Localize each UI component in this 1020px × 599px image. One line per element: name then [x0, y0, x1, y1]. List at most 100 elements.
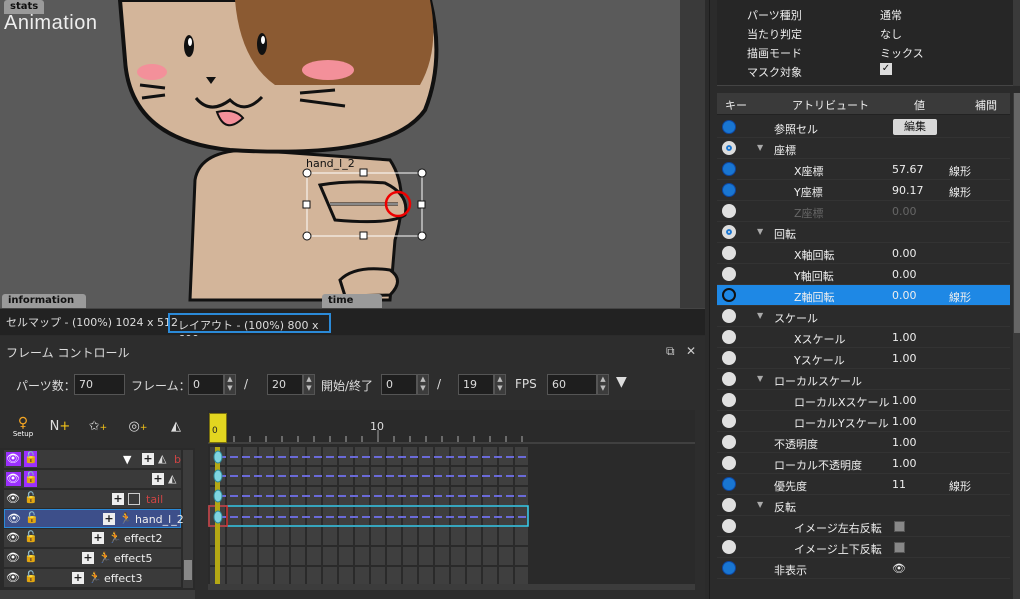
expand-icon[interactable]: + — [152, 473, 164, 485]
eye-icon[interactable]: 👁 — [7, 512, 22, 526]
expand-icon[interactable]: ▼ — [757, 374, 763, 383]
keyframe-toggle-icon[interactable] — [722, 561, 736, 575]
eye-icon[interactable]: 👁 — [6, 531, 21, 545]
time-tab[interactable]: time — [322, 294, 382, 308]
float-window-icon[interactable]: ⧉ — [666, 344, 675, 359]
keyframe-toggle-icon[interactable] — [722, 183, 736, 197]
animation-viewport[interactable]: stats Animation hand_l_2 information tim… — [0, 0, 705, 308]
dropdown-icon[interactable]: ▼ — [616, 374, 627, 390]
prop-value[interactable]: ミックス — [880, 45, 924, 61]
interpolation-value[interactable]: 線形 — [949, 289, 971, 305]
expand-icon[interactable]: ▼ — [757, 500, 763, 509]
lock-icon[interactable]: 🔓 — [24, 570, 38, 586]
attribute-row[interactable]: イメージ上下反転 — [717, 537, 1010, 558]
expand-icon[interactable]: + — [112, 493, 124, 505]
end-spinner[interactable]: ▲ ▼ — [494, 374, 506, 395]
keyframe-toggle-icon[interactable] — [722, 372, 736, 386]
keyframe-toggle-icon[interactable] — [722, 351, 736, 365]
attribute-row[interactable]: 優先度 11 線形 — [717, 474, 1010, 495]
attribute-row[interactable]: ローカルYスケール 1.00 — [717, 411, 1010, 432]
attribute-row[interactable]: 非表示 👁 — [717, 558, 1010, 579]
flip-checkbox[interactable] — [894, 521, 905, 532]
attribute-row[interactable]: ▼ ローカルスケール — [717, 369, 1010, 390]
add-effect-icon[interactable]: ✩+ — [86, 419, 110, 443]
layer-row[interactable]: 👁 🔓 + tail — [4, 490, 181, 509]
attribute-row[interactable]: Y軸回転 0.00 — [717, 264, 1010, 285]
attribute-row-selected[interactable]: Z軸回転 0.00 線形 — [717, 285, 1010, 306]
layout-status[interactable]: レイアウト - (100%) 800 x 600 — [168, 313, 331, 346]
attribute-value[interactable]: 11 — [892, 478, 906, 491]
frame-total-field[interactable]: 20 — [267, 374, 303, 395]
cellmap-status[interactable]: セルマップ - (100%) 1024 x 512 — [6, 314, 178, 330]
layer-scrollbar[interactable] — [183, 450, 193, 588]
timeline[interactable]: 0 10 — [208, 410, 695, 590]
fps-spinner[interactable]: ▲ ▼ — [597, 374, 609, 395]
keyframe-toggle-icon[interactable] — [722, 498, 736, 512]
prop-value[interactable]: 通常 — [880, 7, 902, 23]
attribute-row[interactable]: イメージ左右反転 — [717, 516, 1010, 537]
layer-row[interactable]: 👁 🔓 ▼ + ◭ b — [4, 450, 181, 469]
keyframe-toggle-icon[interactable] — [722, 141, 736, 155]
information-tab[interactable]: information — [2, 294, 86, 308]
keyframe-toggle-icon[interactable] — [722, 120, 736, 134]
layer-row-selected[interactable]: 👁 🔓 + 🏃 hand_l_2 — [4, 509, 184, 528]
layer-row[interactable]: 👁 🔓 + 🏃 effect2 — [4, 529, 181, 548]
keyframe-toggle-icon[interactable] — [722, 267, 736, 281]
attribute-value[interactable]: 57.67 — [892, 163, 924, 176]
expand-icon[interactable]: + — [72, 572, 84, 584]
attribute-row[interactable]: ローカルXスケール 1.00 — [717, 390, 1010, 411]
edit-button[interactable]: 編集 — [893, 119, 937, 135]
attribute-row[interactable]: Y座標 90.17 線形 — [717, 180, 1010, 201]
flip-checkbox[interactable] — [894, 542, 905, 553]
keyframe-toggle-icon[interactable] — [722, 246, 736, 260]
attribute-row[interactable]: ▼ 反転 — [717, 495, 1010, 516]
lock-icon[interactable]: 🔓 — [24, 451, 38, 467]
layer-row[interactable]: 👁 🔓 + ◭ — [4, 470, 181, 489]
attribute-value[interactable]: 1.00 — [892, 457, 917, 470]
keyframe-toggle-icon[interactable] — [722, 456, 736, 470]
attribute-value[interactable]: 0.00 — [892, 268, 917, 281]
attribute-row[interactable]: X座標 57.67 線形 — [717, 159, 1010, 180]
attribute-value[interactable]: 1.00 — [892, 436, 917, 449]
attribute-row[interactable]: ローカル不透明度 1.00 — [717, 453, 1010, 474]
keyframe-toggle-icon[interactable] — [722, 477, 736, 491]
eye-icon[interactable]: 👁 — [6, 452, 21, 466]
lock-icon[interactable]: 🔓 — [24, 471, 38, 487]
frame-spinner[interactable]: ▲ ▼ — [224, 374, 236, 395]
mask-target-checkbox[interactable]: ✓ — [880, 63, 892, 75]
keyframe-toggle-icon[interactable] — [722, 225, 736, 239]
lock-icon[interactable]: 🔓 — [24, 530, 38, 546]
keyframe-toggle-icon[interactable] — [722, 288, 736, 302]
prop-value[interactable]: なし — [880, 26, 902, 42]
attribute-row[interactable]: 参照セル 編集 — [717, 117, 1010, 138]
start-spinner[interactable]: ▲ ▼ — [417, 374, 429, 395]
keyframe-toggle-icon[interactable] — [722, 519, 736, 533]
parts-count-field[interactable]: 70 — [74, 374, 125, 395]
interpolation-value[interactable]: 線形 — [949, 163, 971, 179]
layer-hscrollbar[interactable] — [0, 590, 195, 599]
keyframe-toggle-icon[interactable] — [722, 393, 736, 407]
attribute-row[interactable]: Yスケール 1.00 — [717, 348, 1010, 369]
attribute-row[interactable]: Xスケール 1.00 — [717, 327, 1010, 348]
attribute-value[interactable]: 0.00 — [892, 205, 917, 218]
attribute-value[interactable]: 1.00 — [892, 415, 917, 428]
add-mask-icon[interactable]: ◭ — [164, 419, 188, 443]
collapse-icon[interactable]: ▼ — [123, 453, 131, 466]
keyframe-toggle-icon[interactable] — [722, 435, 736, 449]
interpolation-value[interactable]: 線形 — [949, 184, 971, 200]
attribute-row[interactable]: ▼ 座標 — [717, 138, 1010, 159]
attribute-row[interactable]: X軸回転 0.00 — [717, 243, 1010, 264]
attribute-value[interactable]: 90.17 — [892, 184, 924, 197]
keyframe-toggle-icon[interactable] — [722, 330, 736, 344]
attribute-row[interactable]: ▼ 回転 — [717, 222, 1010, 243]
interpolation-value[interactable]: 線形 — [949, 478, 971, 494]
keyframe-toggle-icon[interactable] — [722, 414, 736, 428]
attribute-value[interactable]: 1.00 — [892, 394, 917, 407]
attribute-scrollbar[interactable] — [1013, 93, 1020, 599]
keyframe-toggle-icon[interactable] — [722, 309, 736, 323]
attribute-value[interactable]: 👁 — [892, 562, 906, 575]
expand-icon[interactable]: + — [142, 453, 154, 465]
eye-icon[interactable]: 👁 — [6, 551, 21, 565]
close-icon[interactable]: ✕ — [686, 344, 696, 358]
expand-icon[interactable]: ▼ — [757, 143, 763, 152]
